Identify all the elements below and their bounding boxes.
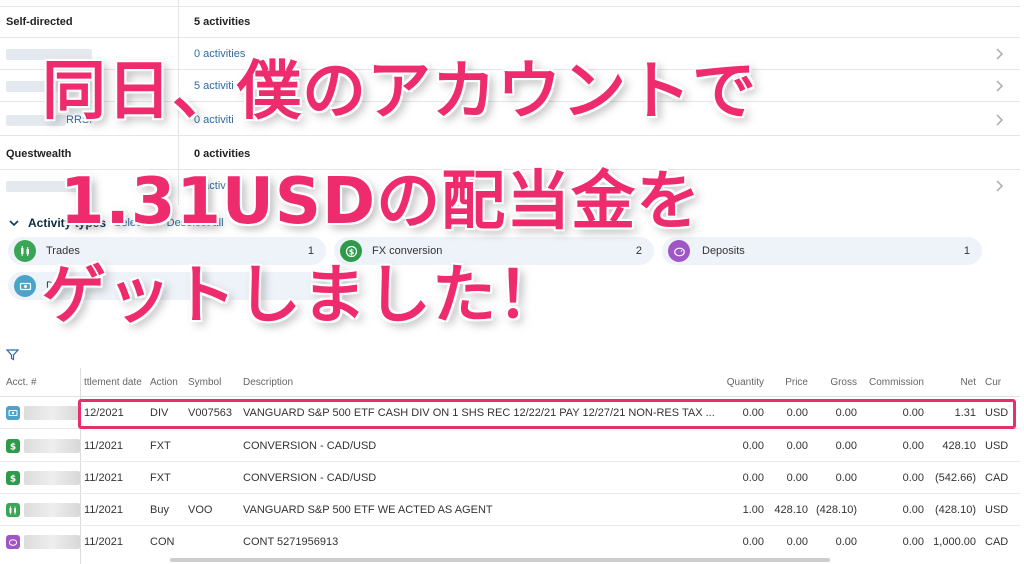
account-group-summary: 5 activities (194, 16, 251, 28)
cell-quantity: 0.00 (742, 536, 764, 548)
cell-action: Buy (150, 504, 169, 516)
candlestick-icon (14, 240, 36, 262)
cell-quantity: 1.00 (742, 504, 764, 516)
cell-action: FXT (150, 440, 171, 452)
column-header-currency[interactable]: Cur (985, 372, 1001, 394)
piggy-bank-icon (668, 240, 690, 262)
dividend-icon (14, 275, 36, 297)
cell-net: (542.66) (935, 472, 976, 484)
table-row[interactable]: 11/2021 Buy VOO VANGUARD S&P 500 ETF WE … (0, 494, 1020, 526)
cell-settlement-date: 11/2021 (84, 504, 123, 516)
cell-net: 428.10 (942, 440, 976, 452)
cell-currency: USD (985, 504, 1009, 516)
cell-price: 428.10 (774, 504, 808, 516)
redacted-account-number (24, 406, 80, 420)
account-group-self-directed: Self-directed 5 activities (0, 6, 1020, 38)
caption-line-3: ゲットしました！ (42, 259, 562, 333)
cell-action: FXT (150, 472, 171, 484)
dollar-exchange-icon: $ (6, 471, 20, 485)
column-header-gross[interactable]: Gross (815, 372, 857, 394)
cell-currency: CAD (985, 472, 1009, 484)
cell-currency: USD (985, 440, 1009, 452)
redacted-account-number (24, 439, 80, 453)
cell-description: CONT 5271956913 (243, 536, 339, 548)
candlestick-icon (6, 503, 20, 517)
table-row[interactable]: 11/2021 CON CONT 5271956913 0.00 0.00 0.… (0, 526, 1020, 558)
cell-commission: 0.00 (902, 504, 924, 516)
table-row[interactable]: $ 11/2021 FXT CONVERSION - CAD/USD 0.00 … (0, 462, 1020, 494)
svg-text:$: $ (10, 475, 16, 484)
column-header-settlement-date[interactable]: ttlement date (84, 372, 142, 394)
chip-count: 1 (963, 245, 970, 257)
cell-gross: 0.00 (835, 536, 857, 548)
cell-net: (428.10) (935, 504, 976, 516)
cell-description: CONVERSION - CAD/USD (243, 472, 377, 484)
svg-text:$: $ (348, 247, 354, 256)
cell-quantity: 0.00 (742, 440, 764, 452)
cell-symbol: VOO (188, 504, 213, 516)
piggy-bank-icon (6, 535, 20, 549)
chevron-right-icon[interactable] (992, 79, 1006, 93)
cell-description: CONVERSION - CAD/USD (243, 440, 377, 452)
cell-price: 0.00 (786, 440, 808, 452)
filter-icon[interactable] (6, 348, 19, 361)
column-header-quantity[interactable]: Quantity (700, 372, 764, 394)
column-header-price[interactable]: Price (770, 372, 808, 394)
cell-commission: 0.00 (902, 440, 924, 452)
column-header-acct[interactable]: Acct. # (6, 372, 37, 394)
cell-commission: 0.00 (902, 536, 924, 548)
caption-line-1: 同日、僕のアカウントで (42, 55, 757, 129)
column-header-net[interactable]: Net (930, 372, 976, 394)
chevron-right-icon[interactable] (992, 113, 1006, 127)
dividend-icon (6, 406, 20, 420)
column-header-symbol[interactable]: Symbol (188, 372, 221, 394)
dollar-exchange-icon: $ (6, 439, 20, 453)
cell-net: 1,000.00 (933, 536, 976, 548)
cell-price: 0.00 (786, 472, 808, 484)
column-header-commission[interactable]: Commission (860, 372, 924, 394)
cell-settlement-date: 11/2021 (84, 440, 123, 452)
cell-settlement-date: 11/2021 (84, 472, 123, 484)
chip-deposits[interactable]: Deposits 1 (662, 237, 982, 265)
horizontal-scrollbar[interactable] (170, 558, 830, 562)
chevron-right-icon[interactable] (992, 179, 1006, 193)
account-group-name: Self-directed (6, 16, 73, 28)
column-header-description[interactable]: Description (243, 372, 293, 394)
column-header-action[interactable]: Action (150, 372, 178, 394)
cell-action: CON (150, 536, 175, 548)
chip-label: Deposits (702, 245, 745, 257)
caption-line-2: 1.31USDの配当金を (60, 165, 702, 239)
svg-text:$: $ (10, 443, 16, 452)
highlight-annotation-box (78, 399, 1016, 429)
table-row[interactable]: $ 11/2021 FXT CONVERSION - CAD/USD 0.00 … (0, 430, 1020, 462)
redacted-account-number (24, 471, 80, 485)
cell-gross: 0.00 (835, 472, 857, 484)
redacted-account-number (24, 535, 80, 549)
cell-gross: 0.00 (835, 440, 857, 452)
chevron-down-icon[interactable] (8, 217, 20, 229)
cell-quantity: 0.00 (742, 472, 764, 484)
cell-settlement-date: 11/2021 (84, 536, 123, 548)
cell-gross: (428.10) (816, 504, 857, 516)
cell-description: VANGUARD S&P 500 ETF WE ACTED AS AGENT (243, 504, 493, 516)
cell-currency: CAD (985, 536, 1009, 548)
cell-commission: 0.00 (902, 472, 924, 484)
redacted-account-number (24, 503, 80, 517)
cell-price: 0.00 (786, 536, 808, 548)
chevron-right-icon[interactable] (992, 47, 1006, 61)
